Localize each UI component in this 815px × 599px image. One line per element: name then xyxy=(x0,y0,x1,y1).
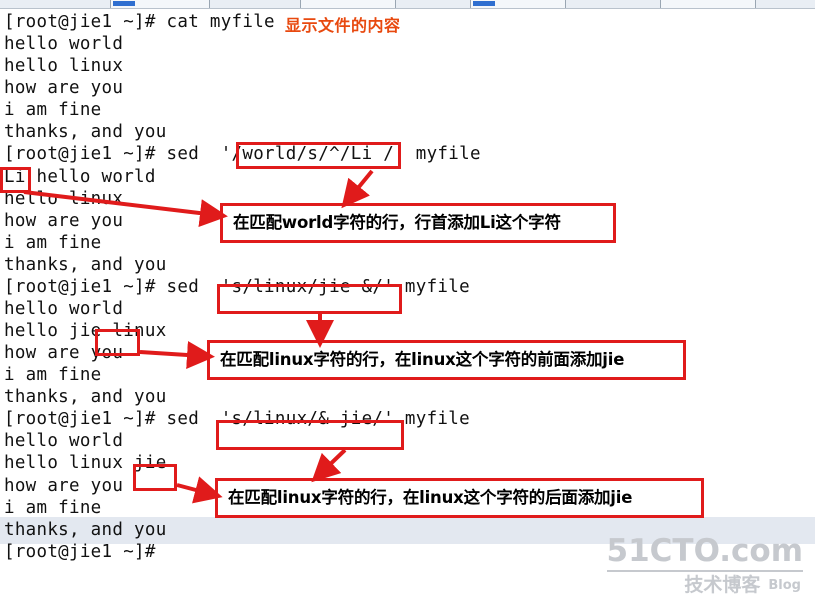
annotation-note-1: 在匹配world字符的行，行首添加Li这个字符 xyxy=(220,203,616,243)
command-highlight-box-1 xyxy=(236,142,401,169)
watermark-blog-text: Blog xyxy=(768,578,801,593)
annotation-note-2: 在匹配linux字符的行，在linux这个字符的前面添加jie xyxy=(207,340,686,380)
result-highlight-box-2 xyxy=(95,329,140,356)
watermark-tagline: 技术博客 Blog xyxy=(684,570,801,597)
command-highlight-box-3 xyxy=(216,420,404,450)
screenshot-root: [root@jie1 ~]# cat myfile hello world hell… xyxy=(0,0,815,599)
chrome-tab-1[interactable] xyxy=(110,0,210,8)
window-chrome-strip xyxy=(0,0,815,9)
tab-accent-icon xyxy=(113,1,135,6)
result-highlight-box-1 xyxy=(0,167,31,193)
command-highlight-box-2 xyxy=(217,284,402,314)
annotation-title-cat: 显示文件的内容 xyxy=(285,16,401,35)
terminal-line: [root@jie1 ~]# xyxy=(4,541,156,562)
chrome-tab-3[interactable] xyxy=(470,0,566,8)
watermark-site: 51CTO.com xyxy=(606,533,803,572)
result-highlight-box-3 xyxy=(133,464,177,491)
chrome-tab-2[interactable] xyxy=(300,0,396,8)
chrome-tab-4[interactable] xyxy=(660,0,756,8)
annotation-note-3: 在匹配linux字符的行，在linux这个字符的后面添加jie xyxy=(215,478,704,518)
watermark-tagline-text: 技术博客 xyxy=(684,574,761,596)
tab-accent-icon xyxy=(473,1,495,6)
